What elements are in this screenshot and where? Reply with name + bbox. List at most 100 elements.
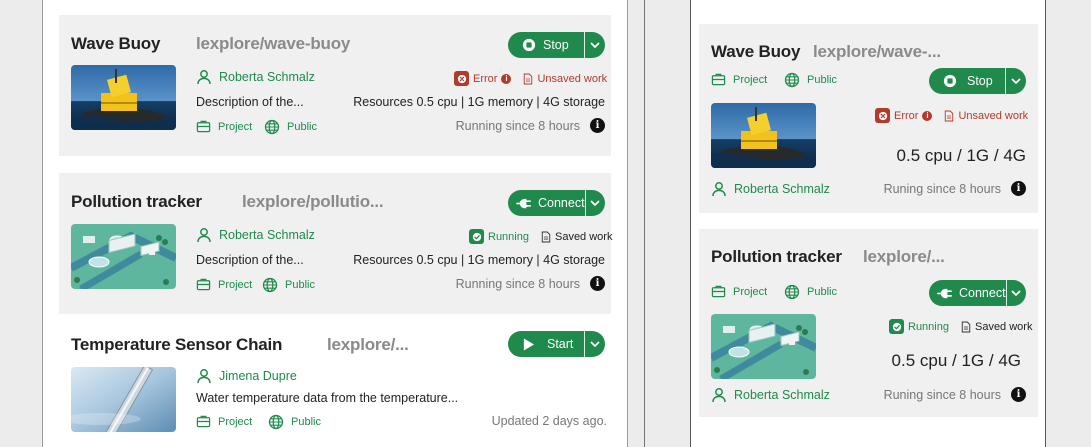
chevron-down-icon <box>589 197 601 209</box>
card-time: Running since 8 hours i <box>456 118 605 133</box>
card-time: Running since 8 hours i <box>456 276 605 291</box>
project-label: Project <box>218 120 253 133</box>
card-owner[interactable]: Roberta Schmalz <box>711 387 830 403</box>
visibility-label: Public <box>291 416 321 428</box>
project-link[interactable]: Project <box>196 277 252 292</box>
work-status-label: Saved work <box>554 230 613 243</box>
card-description: Description of the... <box>196 95 304 109</box>
stop-button[interactable]: Stop <box>508 32 605 58</box>
connect-button[interactable]: Connect <box>929 280 1026 306</box>
card-repo: lexplore/wave-buoy <box>196 34 351 53</box>
card-title: Pollution tracker <box>71 192 202 211</box>
briefcase-icon <box>196 277 211 292</box>
card-description: Water temperature data from the temperat… <box>196 391 459 405</box>
user-icon <box>711 387 727 403</box>
chevron-down-icon <box>1010 75 1022 87</box>
visibility-indicator: Public <box>784 72 837 88</box>
card-resources: 0.5 cpu / 1G / 4G <box>891 351 1021 370</box>
project-label: Project <box>218 278 253 291</box>
compact-card-pollution-tracker[interactable]: Pollution tracker lexplore/... Project P… <box>699 229 1038 417</box>
status-label: Error <box>894 109 919 122</box>
visibility-indicator: Public <box>262 277 315 293</box>
connect-button-main[interactable]: Connect <box>508 190 585 216</box>
stop-menu-toggle[interactable] <box>1006 68 1026 94</box>
user-icon <box>196 227 212 243</box>
status-indicator: Running Saved work <box>889 319 1032 334</box>
card-repo: lexplore/... <box>863 247 945 266</box>
pollution-tracker-image <box>71 224 176 289</box>
briefcase-icon <box>711 284 726 299</box>
card-owner[interactable]: Roberta Schmalz <box>196 227 315 243</box>
stop-menu-toggle[interactable] <box>585 32 605 58</box>
session-card-temperature-sensor-chain[interactable]: Temperature Sensor Chain lexplore/... St… <box>59 322 611 447</box>
stop-button-main[interactable]: Stop <box>929 68 1005 94</box>
session-card-pollution-tracker[interactable]: Pollution tracker lexplore/pollutio... C… <box>59 173 613 314</box>
session-card-wave-buoy[interactable]: Wave Buoy lexplore/wave-buoy Stop Robert… <box>59 15 611 156</box>
visibility-indicator: Public <box>268 414 321 430</box>
project-link[interactable]: Project <box>711 72 767 87</box>
connect-button-main[interactable]: Connect <box>929 280 1006 306</box>
project-link[interactable]: Project <box>196 414 252 429</box>
stop-button[interactable]: Stop <box>929 68 1026 94</box>
card-resources: 0.5 cpu / 1G / 4G <box>896 146 1026 165</box>
plug-icon <box>516 196 533 211</box>
chevron-down-icon <box>1010 287 1022 299</box>
visibility-label: Public <box>287 121 317 133</box>
briefcase-icon <box>196 414 211 429</box>
globe-icon <box>262 277 278 293</box>
card-resources: Resources 0.5 cpu | 1G memory | 4G stora… <box>353 253 605 267</box>
time-label: Running since 8 hours <box>455 276 580 291</box>
globe-icon <box>264 119 280 135</box>
start-button-main[interactable]: Start <box>508 331 584 357</box>
user-icon <box>711 181 727 197</box>
error-info-icon[interactable]: i <box>922 110 933 121</box>
project-label: Project <box>218 415 253 428</box>
file-icon <box>944 110 954 122</box>
card-time: Runing since 8 hours i <box>884 387 1026 402</box>
card-owner[interactable]: Roberta Schmalz <box>711 181 830 197</box>
start-menu-toggle[interactable] <box>585 331 605 357</box>
connect-button-label: Connect <box>538 196 585 210</box>
card-owner[interactable]: Jimena Dupre <box>196 368 297 384</box>
connect-button[interactable]: Connect <box>508 190 605 216</box>
status-label: Running <box>488 230 529 243</box>
file-icon <box>961 321 971 333</box>
stop-button-main[interactable]: Stop <box>508 32 584 58</box>
time-label: Updated 2 days ago. <box>491 414 607 428</box>
info-icon[interactable]: i <box>590 118 605 133</box>
stop-icon <box>943 74 957 88</box>
owner-name: Roberta Schmalz <box>219 70 315 84</box>
status-indicator: Error i Unsaved work <box>454 71 607 86</box>
user-icon <box>196 368 212 384</box>
visibility-indicator: Public <box>264 119 317 135</box>
info-icon[interactable]: i <box>1011 181 1026 196</box>
owner-name: Roberta Schmalz <box>734 182 830 196</box>
info-icon[interactable]: i <box>590 276 605 291</box>
project-link[interactable]: Project <box>196 119 252 134</box>
project-label: Project <box>733 285 768 298</box>
connect-menu-toggle[interactable] <box>1007 280 1026 306</box>
owner-name: Roberta Schmalz <box>734 388 830 402</box>
work-status-label: Unsaved work <box>537 72 608 85</box>
owner-name: Roberta Schmalz <box>219 228 315 242</box>
project-link[interactable]: Project <box>711 284 767 299</box>
info-icon[interactable]: i <box>1011 387 1026 402</box>
error-status-icon <box>875 108 890 123</box>
card-owner[interactable]: Roberta Schmalz <box>196 69 315 85</box>
work-status-label: Saved work <box>974 320 1033 333</box>
panel-divider <box>644 0 645 447</box>
visibility-label: Public <box>807 286 837 298</box>
time-label: Runing since 8 hours <box>883 387 1001 402</box>
card-title: Wave Buoy <box>71 34 161 53</box>
error-info-icon[interactable]: i <box>501 73 512 84</box>
briefcase-icon <box>711 72 726 87</box>
compact-card-wave-buoy[interactable]: Wave Buoy lexplore/wave-... Project Publ… <box>699 24 1038 213</box>
stop-button-label: Stop <box>967 74 993 88</box>
globe-icon <box>784 72 800 88</box>
start-button[interactable]: Start <box>508 331 605 357</box>
connect-menu-toggle[interactable] <box>586 190 605 216</box>
start-button-label: Start <box>547 337 574 351</box>
work-status-label: Unsaved work <box>958 109 1029 122</box>
stop-button-label: Stop <box>543 38 569 52</box>
card-description: Description of the... <box>196 253 304 267</box>
